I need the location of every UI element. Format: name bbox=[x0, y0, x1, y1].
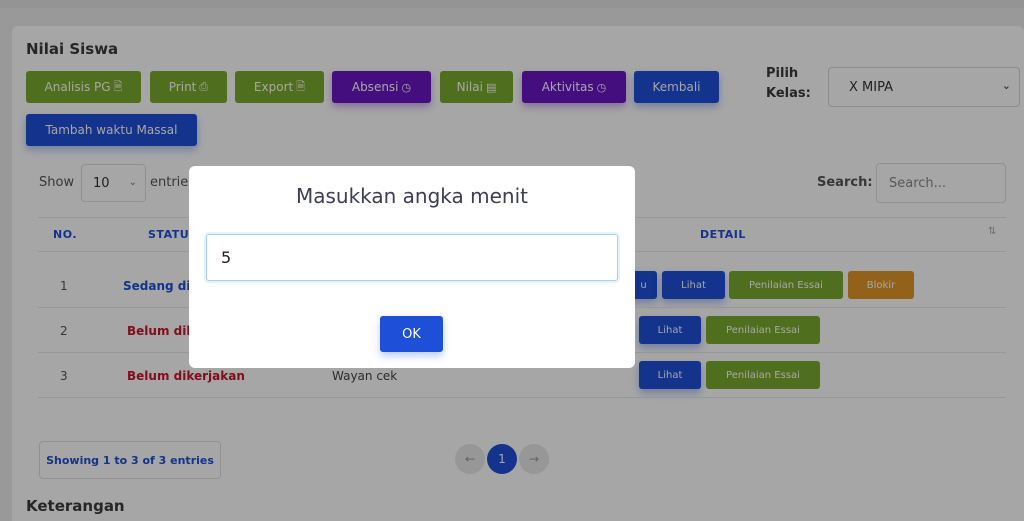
minutes-dialog: Masukkan angka menit 5 OK bbox=[189, 166, 635, 368]
ok-button[interactable]: OK bbox=[380, 316, 443, 352]
minutes-input[interactable]: 5 bbox=[206, 234, 618, 281]
dialog-title: Masukkan angka menit bbox=[295, 184, 529, 208]
